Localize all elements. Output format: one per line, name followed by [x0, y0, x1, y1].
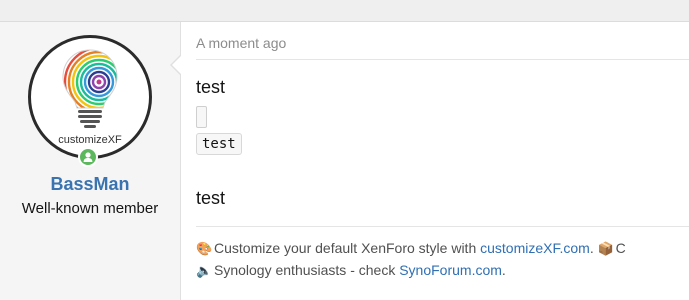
signature-text: Customize your default XenForo style wit… [214, 240, 481, 256]
package-icon: 📦 [597, 241, 614, 257]
signature-text: C [615, 240, 626, 256]
signature-link[interactable]: customizeXF.com [480, 240, 590, 256]
signature-line: 🔈 Synology enthusiasts - check SynoForum.… [196, 262, 506, 279]
lightbulb-icon [62, 49, 118, 128]
username-link[interactable]: BassMan [0, 174, 180, 195]
signature-line: 🎨 Customize your default XenForo style wi… [196, 240, 626, 257]
speech-arrow-inner [172, 56, 181, 74]
signature-text: Synology enthusiasts - check [214, 262, 400, 278]
post-line: test [196, 77, 226, 97]
empty-inline-box [196, 106, 207, 128]
signature-link[interactable]: SynoForum.com [399, 262, 502, 278]
user-sidebar: customizeXF BassMan Well-known member [0, 22, 181, 300]
avatar-circle: customizeXF [28, 35, 152, 159]
user-title: Well-known member [21, 200, 159, 217]
signature-text: . [589, 240, 598, 256]
palette-icon: 🎨 [196, 241, 213, 257]
post-container: customizeXF BassMan Well-known member A … [0, 22, 689, 300]
avatar-label: customizeXF [58, 134, 122, 146]
signature-text: . [501, 262, 506, 278]
person-online-icon [78, 147, 98, 167]
post-timestamp[interactable]: A moment ago [196, 35, 286, 51]
avatar[interactable]: customizeXF [28, 35, 152, 167]
top-bar [0, 0, 689, 22]
message-content: A moment ago test test test 🎨 Customize y… [181, 22, 689, 300]
post-line: test [196, 188, 226, 208]
inline-code: test [196, 133, 242, 155]
speaker-icon: 🔈 [196, 263, 213, 279]
divider [196, 59, 689, 60]
signature-divider [196, 226, 689, 227]
